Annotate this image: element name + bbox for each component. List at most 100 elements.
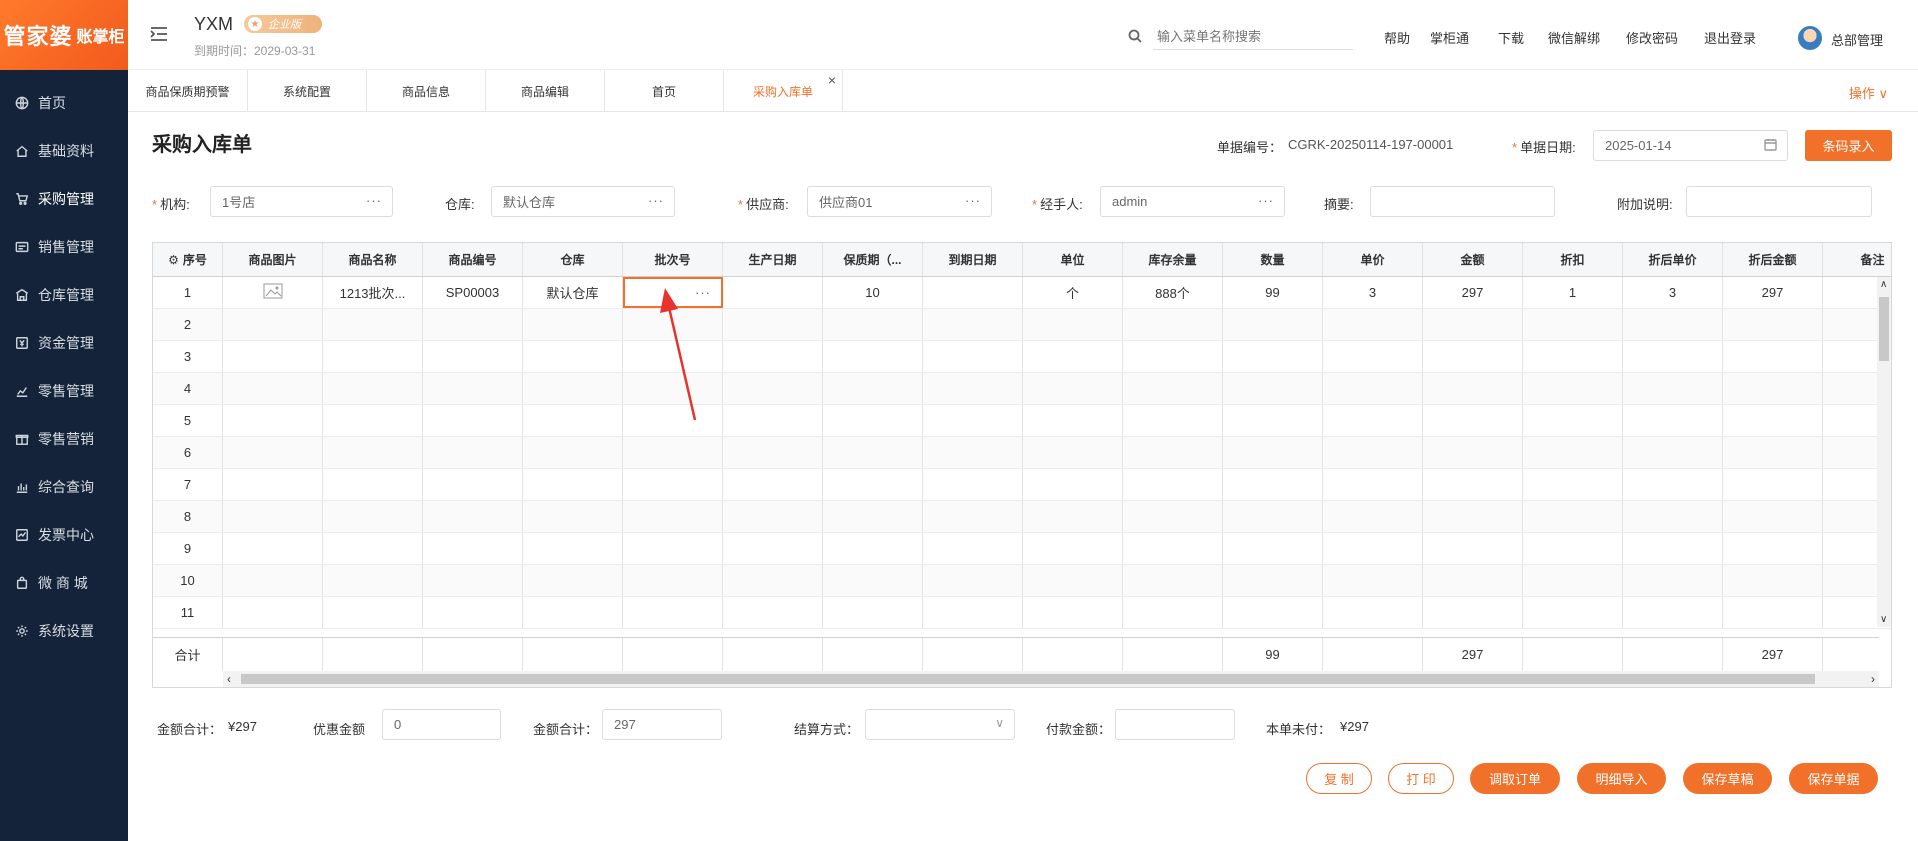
cell-unit[interactable] bbox=[1023, 373, 1123, 404]
cell-name[interactable] bbox=[323, 533, 423, 564]
sidebar-item-funds[interactable]: 资金管理 bbox=[0, 323, 128, 363]
table-row[interactable]: 4 bbox=[153, 373, 1891, 405]
cell-disc-price[interactable] bbox=[1623, 565, 1723, 596]
cell-disc-price[interactable] bbox=[1623, 501, 1723, 532]
more-icon[interactable]: ··· bbox=[965, 193, 981, 208]
cell-price[interactable] bbox=[1323, 373, 1423, 404]
table-row[interactable]: 6 bbox=[153, 437, 1891, 469]
col-header-batch[interactable]: 批次号 bbox=[623, 243, 723, 276]
cell-mfg-date[interactable] bbox=[723, 405, 823, 436]
cell-image[interactable] bbox=[223, 533, 323, 564]
cell-code[interactable] bbox=[423, 469, 523, 500]
sidebar-item-purchase[interactable]: 采购管理 bbox=[0, 179, 128, 219]
cell-warehouse[interactable] bbox=[523, 597, 623, 628]
cell-price[interactable] bbox=[1323, 309, 1423, 340]
col-header-price[interactable]: 单价 bbox=[1323, 243, 1423, 276]
cell-disc-amount[interactable] bbox=[1723, 373, 1823, 404]
cell-image[interactable] bbox=[223, 565, 323, 596]
cell-image[interactable] bbox=[223, 373, 323, 404]
col-header-warehouse[interactable]: 仓库 bbox=[523, 243, 623, 276]
cell-discount[interactable] bbox=[1523, 565, 1623, 596]
cell-expiry-date[interactable] bbox=[923, 437, 1023, 468]
cell-amount[interactable] bbox=[1423, 373, 1523, 404]
cell-code[interactable] bbox=[423, 501, 523, 532]
cell-mfg-date[interactable] bbox=[723, 373, 823, 404]
cell-expiry-date[interactable] bbox=[923, 309, 1023, 340]
table-row[interactable]: 1 1213批次... SP00003 默认仓库 ··· 10 个 888个 99 3 297 1 3 2… bbox=[153, 277, 1891, 309]
tab-purchase-receipt[interactable]: 采购入库单 × bbox=[724, 70, 843, 112]
col-header-disc-amount[interactable]: 折后金额 bbox=[1723, 243, 1823, 276]
cell-amount[interactable] bbox=[1423, 309, 1523, 340]
cell-batch[interactable] bbox=[623, 309, 723, 340]
print-button[interactable]: 打 印 bbox=[1388, 763, 1454, 794]
cell-mfg-date[interactable] bbox=[723, 533, 823, 564]
cell-code[interactable]: SP00003 bbox=[423, 277, 523, 308]
gear-icon[interactable]: ⚙ bbox=[168, 253, 179, 267]
doc-date-field[interactable]: 2025-01-14 bbox=[1593, 130, 1788, 161]
cell-mfg-date[interactable] bbox=[723, 597, 823, 628]
cell-name[interactable] bbox=[323, 373, 423, 404]
cell-image[interactable] bbox=[223, 597, 323, 628]
cell-unit[interactable] bbox=[1023, 597, 1123, 628]
barcode-entry-button[interactable]: 条码录入 bbox=[1805, 130, 1892, 161]
cell-warehouse[interactable] bbox=[523, 405, 623, 436]
cell-amount[interactable] bbox=[1423, 405, 1523, 436]
cell-qty[interactable]: 99 bbox=[1223, 277, 1323, 308]
cell-mfg-date[interactable] bbox=[723, 277, 823, 308]
user-name[interactable]: 总部管理 bbox=[1831, 30, 1883, 49]
col-header-code[interactable]: 商品编号 bbox=[423, 243, 523, 276]
cell-stock[interactable] bbox=[1123, 469, 1223, 500]
cell-image[interactable] bbox=[223, 277, 323, 308]
cell-batch[interactable] bbox=[623, 341, 723, 372]
cell-shelf-life[interactable] bbox=[823, 501, 923, 532]
col-header-stock[interactable]: 库存余量 bbox=[1123, 243, 1223, 276]
cell-qty[interactable] bbox=[1223, 565, 1323, 596]
save-draft-button[interactable]: 保存草稿 bbox=[1683, 763, 1772, 794]
cell-shelf-life[interactable] bbox=[823, 405, 923, 436]
cell-name[interactable]: 1213批次... bbox=[323, 277, 423, 308]
download-link[interactable]: 下载 bbox=[1498, 28, 1524, 47]
menu-search-input[interactable] bbox=[1153, 24, 1353, 50]
cell-batch[interactable] bbox=[623, 437, 723, 468]
cell-name[interactable] bbox=[323, 565, 423, 596]
cell-shelf-life[interactable] bbox=[823, 341, 923, 372]
cell-image[interactable] bbox=[223, 437, 323, 468]
close-icon[interactable]: × bbox=[828, 72, 836, 88]
cell-disc-amount[interactable] bbox=[1723, 437, 1823, 468]
col-header-amount[interactable]: 金额 bbox=[1423, 243, 1523, 276]
cell-amount[interactable]: 297 bbox=[1423, 277, 1523, 308]
cell-disc-price[interactable] bbox=[1623, 437, 1723, 468]
cell-amount[interactable] bbox=[1423, 565, 1523, 596]
cell-shelf-life[interactable] bbox=[823, 597, 923, 628]
cell-unit[interactable] bbox=[1023, 405, 1123, 436]
cell-name[interactable] bbox=[323, 469, 423, 500]
sidebar-item-warehouse[interactable]: 仓库管理 bbox=[0, 275, 128, 315]
cell-expiry-date[interactable] bbox=[923, 597, 1023, 628]
cell-code[interactable] bbox=[423, 341, 523, 372]
avatar[interactable] bbox=[1798, 26, 1822, 50]
sidebar-item-query[interactable]: 综合查询 bbox=[0, 467, 128, 507]
tab-product-info[interactable]: 商品信息 bbox=[367, 70, 486, 112]
cell-disc-price[interactable]: 3 bbox=[1623, 277, 1723, 308]
cell-code[interactable] bbox=[423, 437, 523, 468]
col-header-mfg-date[interactable]: 生产日期 bbox=[723, 243, 823, 276]
col-header-qty[interactable]: 数量 bbox=[1223, 243, 1323, 276]
cell-code[interactable] bbox=[423, 405, 523, 436]
more-icon[interactable]: ··· bbox=[366, 193, 382, 208]
cell-disc-price[interactable] bbox=[1623, 533, 1723, 564]
cell-stock[interactable] bbox=[1123, 597, 1223, 628]
cell-image[interactable] bbox=[223, 309, 323, 340]
copy-button[interactable]: 复 制 bbox=[1306, 763, 1372, 794]
cell-unit[interactable] bbox=[1023, 501, 1123, 532]
col-header-image[interactable]: 商品图片 bbox=[223, 243, 323, 276]
sidebar-item-settings[interactable]: 系统设置 bbox=[0, 611, 128, 651]
cell-shelf-life[interactable] bbox=[823, 373, 923, 404]
help-link[interactable]: 帮助 bbox=[1384, 28, 1410, 47]
cell-unit[interactable] bbox=[1023, 565, 1123, 596]
cell-amount[interactable] bbox=[1423, 597, 1523, 628]
note-field[interactable] bbox=[1686, 186, 1872, 217]
tab-system-config[interactable]: 系统配置 bbox=[248, 70, 367, 112]
search-icon[interactable] bbox=[1128, 29, 1142, 43]
tab-home[interactable]: 首页 bbox=[605, 70, 724, 112]
cell-warehouse[interactable] bbox=[523, 565, 623, 596]
